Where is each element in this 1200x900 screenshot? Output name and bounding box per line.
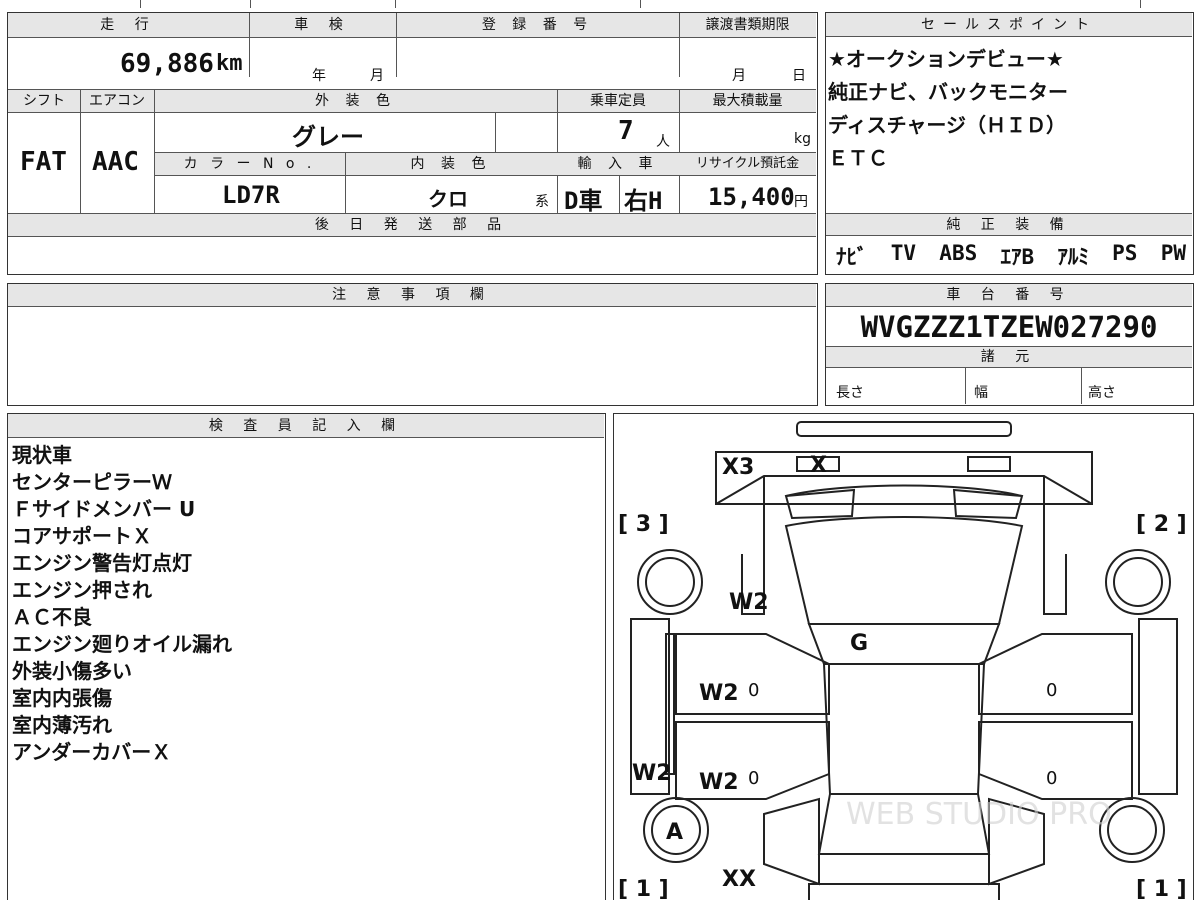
inspector-note: エンジン警告灯点灯 (12, 551, 192, 575)
aircon-label: エアコン (89, 93, 145, 109)
damage-mark: W2 (729, 590, 769, 615)
inspector-note: コアサポートＸ (12, 524, 152, 548)
transfer-deadline-label: 譲渡書類期限 (705, 17, 790, 33)
corner-label-3: [ 3 ] (618, 512, 669, 537)
color-no-label: カ ラ ー N o . (183, 156, 316, 172)
top-strip (0, 0, 1200, 8)
vehicle-info-box: 走 行 車 検 登 録 番 号 譲渡書類期限 69,886 km 年 月 月 日… (7, 12, 818, 275)
inspector-note: 現状車 (12, 443, 72, 467)
inspector-note: Ｆサイドメンバー U (12, 497, 196, 521)
sales-points-list: ★オークションデビュー★ 純正ナビ、バックモニター ディスチャージ（ＨＩＤ） Ｅ… (828, 43, 1068, 175)
equipment-item: TV (890, 241, 917, 265)
inspector-note: エンジン廻りオイル漏れ (12, 632, 232, 656)
equipment-item: ﾅﾋﾞ (836, 245, 868, 269)
recycle-label: リサイクル預託金 (695, 156, 800, 171)
import-label: 輸 入 車 (577, 156, 659, 172)
capacity-label: 乗車定員 (590, 93, 646, 109)
damage-mark: 0 (748, 768, 759, 789)
mileage-unit: km (216, 51, 243, 76)
equipment-item: ｴｱB (1000, 245, 1035, 269)
inspector-note: ＡＣ不良 (12, 605, 92, 629)
corner-label-2: [ 2 ] (1136, 512, 1187, 537)
inspector-note: 外装小傷多い (12, 659, 132, 683)
interior-color-value: クロ (428, 187, 468, 211)
chassis-number: WVGZZZ1TZEW027290 (860, 310, 1158, 344)
corner-label-1-left: [ 1 ] (618, 877, 669, 900)
damage-mark: 0 (1046, 768, 1057, 789)
height-label: 高さ (1088, 385, 1116, 401)
capacity-value: 7 (618, 116, 634, 146)
chassis-header: 車 台 番 号 (946, 287, 1072, 303)
inspector-note: エンジン押され (12, 578, 152, 602)
aircon-value: AAC (92, 147, 139, 177)
damage-mark: A (666, 820, 683, 845)
equipment-item: PS (1112, 241, 1138, 265)
inspection-month-unit: 月 (370, 68, 384, 84)
mileage-label: 走 行 (100, 17, 157, 33)
car-diagram: X3 X W2 G W2 W2 W2 A XX 0 0 0 0 [ 3 ] [ … (618, 421, 1187, 900)
damage-mark: W2 (699, 770, 739, 795)
color-no-value: LD7R (222, 181, 280, 209)
corner-label-1-right: [ 1 ] (1136, 877, 1187, 900)
equipment-item: ｱﾙﾐ (1057, 245, 1089, 269)
capacity-unit: 人 (656, 134, 670, 150)
equipment-item: ABS (939, 241, 978, 265)
registration-label: 登 録 番 号 (481, 17, 594, 33)
damage-mark: 0 (1046, 680, 1057, 701)
import-type: D車 (564, 187, 603, 215)
recycle-unit: 円 (794, 194, 808, 210)
inspector-note: センターピラーＷ (12, 470, 172, 494)
damage-mark: W2 (699, 681, 739, 706)
later-parts-label: 後 日 発 送 部 品 (314, 217, 510, 233)
inspector-note: 室内薄汚れ (12, 713, 112, 737)
mileage-value: 69,886 (120, 49, 214, 79)
damage-mark: X (810, 453, 827, 478)
exterior-color-value: グレー (292, 123, 364, 151)
inspector-note: アンダーカバーＸ (12, 740, 172, 764)
chassis-box: 車 台 番 号 WVGZZZ1TZEW027290 諸 元 長さ 幅 高さ (825, 283, 1194, 406)
sales-points-header: セールスポイント (921, 17, 1097, 33)
interior-suffix: 系 (535, 194, 549, 210)
shift-value: FAT (20, 147, 67, 177)
inspector-note: 室内内張傷 (12, 686, 112, 710)
notes-header: 注 意 事 項 欄 (332, 287, 492, 303)
max-load-label: 最大積載量 (712, 93, 783, 109)
equipment-list: ﾅﾋﾞ TV ABS ｴｱB ｱﾙﾐ PS PW (836, 241, 1186, 271)
inspector-notes-list: 現状車 センターピラーＷ Ｆサイドメンバー U コアサポートＸ エンジン警告灯点… (12, 442, 232, 766)
sales-point-line: 純正ナビ、バックモニター (828, 80, 1068, 104)
width-label: 幅 (974, 385, 988, 401)
sales-point-line: ＥＴＣ (828, 146, 888, 170)
watermark: WEB STUDIO PRO (846, 797, 1112, 832)
shift-label: シフト (23, 93, 65, 109)
steering: 右H (624, 187, 663, 215)
specs-header: 諸 元 (980, 349, 1038, 365)
sales-point-line: ★オークションデビュー★ (828, 47, 1064, 71)
transfer-month-unit: 月 (732, 68, 746, 84)
interior-color-label: 内 装 色 (410, 156, 492, 172)
equipment-header: 純 正 装 備 (946, 217, 1072, 233)
car-diagram-box: X3 X W2 G W2 W2 W2 A XX 0 0 0 0 [ 3 ] [ … (613, 413, 1194, 900)
sales-points-box: セールスポイント ★オークションデビュー★ 純正ナビ、バックモニター ディスチャ… (825, 12, 1194, 275)
damage-mark: W2 (632, 761, 672, 786)
damage-mark: X3 (722, 455, 754, 480)
damage-mark: XX (722, 867, 756, 892)
transfer-day-unit: 日 (792, 68, 806, 84)
inspector-header: 検 査 員 記 入 欄 (208, 418, 404, 434)
length-label: 長さ (836, 385, 864, 401)
damage-mark: 0 (748, 680, 759, 701)
notes-box: 注 意 事 項 欄 (7, 283, 818, 406)
damage-mark: G (850, 631, 868, 656)
sales-point-line: ディスチャージ（ＨＩＤ） (828, 113, 1066, 137)
inspector-box: 検 査 員 記 入 欄 現状車 センターピラーＷ Ｆサイドメンバー U コアサポ… (7, 413, 606, 900)
equipment-item: PW (1160, 241, 1186, 265)
exterior-color-label: 外 装 色 (315, 93, 396, 109)
inspection-label: 車 検 (294, 17, 351, 33)
recycle-value: 15,400 (708, 183, 795, 211)
max-load-unit: kg (794, 131, 811, 147)
inspection-year-unit: 年 (312, 68, 326, 84)
